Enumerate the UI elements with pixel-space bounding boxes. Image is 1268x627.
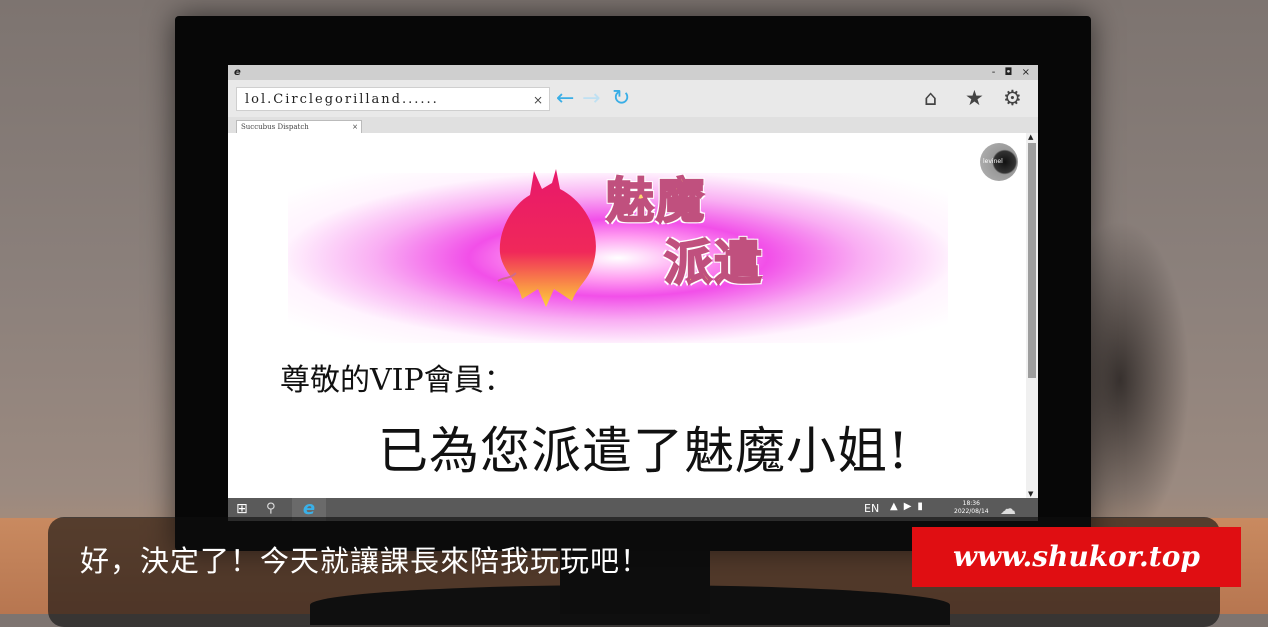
window-titlebar: e - ◘ × [228,65,1038,80]
clock-time: 18:36 [962,500,980,507]
browser-toolbar: lol.Circlegorilland...... × ← → ↻ ⌂ ★ ⚙ [228,80,1038,117]
address-text: lol.Circlegorilland...... [245,92,439,107]
browser-app-icon: e [234,67,241,78]
web-page: 魅魔 派遣 levinel 尊敬的VIP會員： 已為您派遣了魅魔小姐! [228,133,1026,498]
logo-title-line1: 魅魔 [605,173,707,229]
succubus-silhouette-icon [497,169,596,307]
tab-succubus-dispatch[interactable]: Succubus Dispatch × [236,120,362,133]
logo-title-line2: 派遣 [663,235,765,291]
page-scrollbar[interactable]: ▲ ▼ [1026,133,1038,498]
back-arrow-icon[interactable]: ← [556,87,574,111]
scroll-up-icon[interactable]: ▲ [1028,133,1033,141]
address-bar[interactable]: lol.Circlegorilland...... × [236,87,550,111]
cloud-icon[interactable]: ☁ [1000,499,1016,518]
forward-arrow-icon[interactable]: → [582,87,600,111]
settings-gear-icon[interactable]: ⚙ [1003,86,1022,110]
dialogue-text: 好，決定了！今天就讓課長來陪我玩玩吧！ [80,544,651,578]
tab-strip: Succubus Dispatch × [228,117,1038,133]
scroll-down-icon[interactable]: ▼ [1028,490,1033,498]
start-windows-icon[interactable]: ⊞ [236,501,248,518]
system-tray-icons[interactable]: ▲▶▮ [890,501,929,512]
taskbar-clock[interactable]: 18:36 2022/08/14 [954,500,989,516]
taskbar-search-icon[interactable]: ⚲ [266,500,276,518]
user-avatar[interactable]: levinel [980,143,1018,181]
headline-text: 已為您派遣了魅魔小姐! [378,422,910,480]
greeting-text: 尊敬的VIP會員： [280,363,514,398]
tab-label: Succubus Dispatch [241,123,309,131]
home-icon[interactable]: ⌂ [924,86,937,110]
tab-close-button[interactable]: × [352,121,358,133]
address-clear-button[interactable]: × [533,88,543,112]
clock-date: 2022/08/14 [954,508,989,515]
input-language[interactable]: EN [864,502,879,515]
favorites-star-icon[interactable]: ★ [965,86,984,110]
scrollbar-thumb[interactable] [1028,143,1036,378]
watermark-banner: www.shukor.top [912,527,1241,587]
monitor-screen: e - ◘ × lol.Circlegorilland...... × ← → … [228,65,1038,521]
window-controls[interactable]: - ◘ × [992,65,1033,80]
refresh-icon[interactable]: ↻ [612,87,630,111]
